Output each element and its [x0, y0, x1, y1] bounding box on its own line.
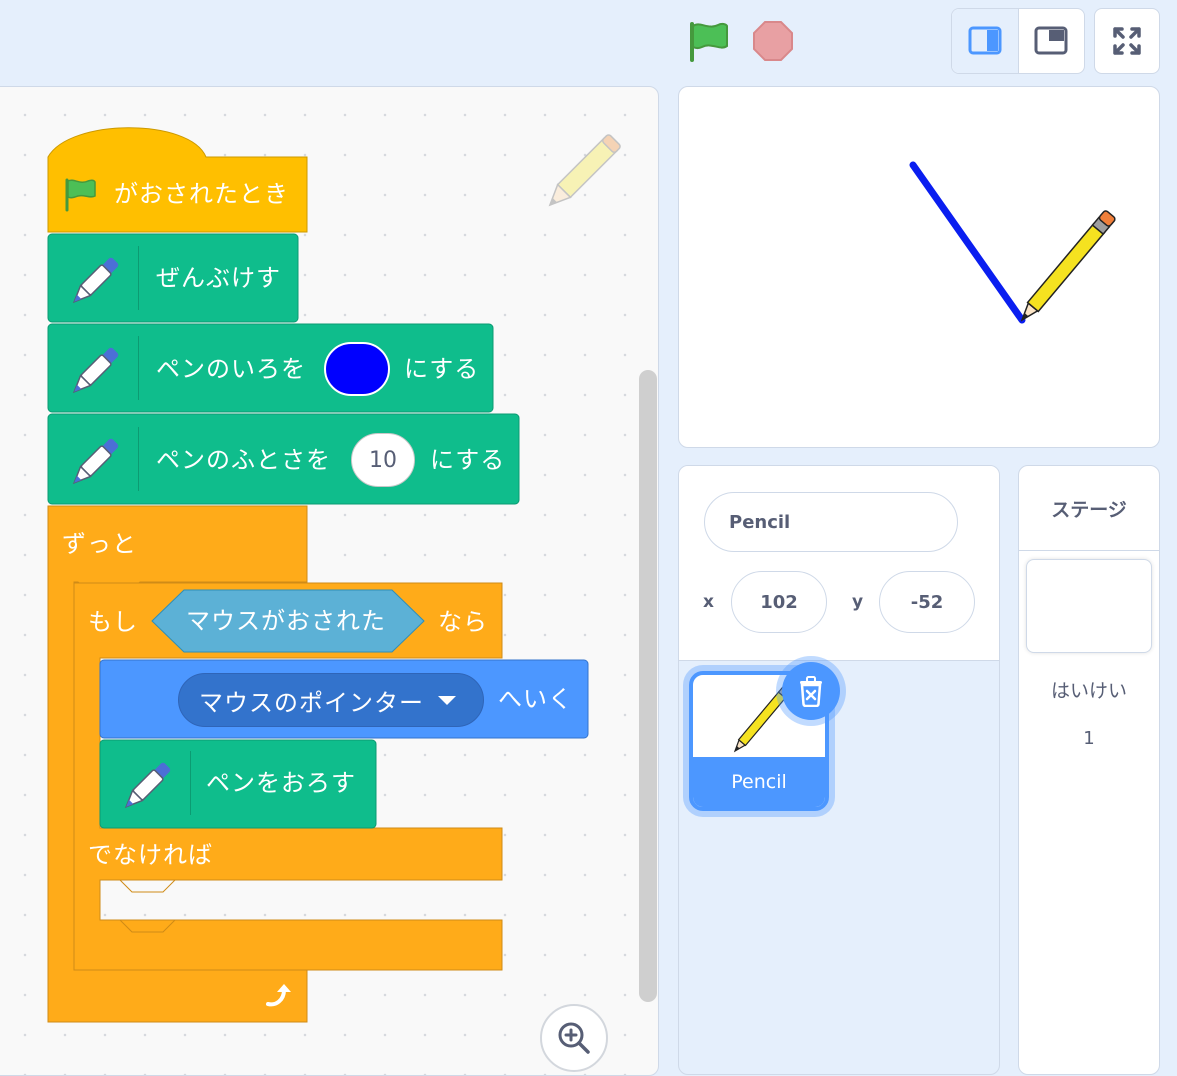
condition-label: マウスがおされた — [186, 607, 386, 635]
pen-extension-icon — [62, 340, 126, 404]
pen-extension-icon — [114, 755, 178, 819]
pen-color-swatch[interactable] — [324, 342, 390, 396]
go-to-suffix: へいく — [498, 685, 573, 713]
set-size-label: ペンのふとさを — [156, 446, 331, 474]
forever-label: ずっと — [62, 530, 137, 558]
block-separator — [138, 246, 139, 310]
x-label: x — [703, 592, 714, 612]
backdrops-label: はいけい — [1050, 680, 1127, 702]
trash-icon — [800, 676, 822, 707]
script-area-scrollbar[interactable] — [639, 370, 657, 1002]
hat-block-label: がおされたとき — [114, 180, 289, 208]
erase-all-label: ぜんぶけす — [156, 264, 281, 292]
block-separator — [138, 427, 139, 491]
then-label: なら — [438, 608, 488, 636]
else-label: でなければ — [88, 841, 213, 869]
if-label: もし — [88, 608, 138, 636]
fullscreen-button[interactable] — [1094, 8, 1160, 74]
zoom-in-icon — [558, 1022, 590, 1054]
pen-extension-icon — [62, 431, 126, 495]
large-stage-button[interactable] — [1017, 9, 1085, 73]
block-separator — [138, 336, 139, 400]
go-to-target-dropdown[interactable]: マウスのポインター — [178, 673, 484, 727]
stage-size-toggle — [951, 8, 1085, 74]
sprite-pane: Pencil x 102 y -52 Pencil — [678, 465, 1000, 1075]
sprite-name-field[interactable]: Pencil — [704, 492, 958, 552]
set-color-label: ペンのいろを — [156, 355, 306, 383]
stage-selector[interactable]: ステージ はいけい 1 — [1018, 465, 1160, 1075]
set-size-suffix: にする — [430, 446, 506, 474]
backdrops-count: 1 — [1083, 728, 1095, 749]
pen-trail — [909, 161, 1026, 324]
green-flag-button[interactable] — [684, 18, 732, 64]
chevron-down-icon — [438, 695, 456, 705]
x-position-field[interactable]: 102 — [731, 571, 827, 633]
stop-button[interactable] — [750, 18, 796, 64]
pencil-sprite-icon — [1020, 210, 1116, 322]
stage-selector-title: ステージ — [1019, 466, 1159, 551]
fullscreen-icon — [1113, 27, 1141, 55]
block-separator — [190, 751, 191, 815]
small-stage-layout-icon — [968, 26, 1002, 55]
stop-sign-icon — [753, 21, 793, 61]
go-to-target-value: マウスのポインター — [199, 688, 424, 717]
set-color-suffix: にする — [404, 355, 480, 383]
pen-down-label: ペンをおろす — [206, 769, 356, 797]
green-flag-icon — [690, 22, 728, 62]
sprite-tile-name: Pencil — [693, 757, 825, 807]
y-label: y — [852, 592, 864, 612]
delete-sprite-button[interactable] — [782, 662, 840, 720]
stage-thumbnail[interactable] — [1026, 559, 1152, 653]
pen-size-input[interactable]: 10 — [351, 433, 415, 487]
y-position-field[interactable]: -52 — [879, 571, 975, 633]
stage-canvas[interactable] — [678, 86, 1160, 448]
pen-extension-icon — [62, 250, 126, 314]
stage-drawing — [909, 161, 1116, 324]
zoom-in-button[interactable] — [540, 1004, 608, 1072]
sprite-info-panel: Pencil x 102 y -52 — [679, 466, 999, 661]
large-stage-layout-icon — [1034, 26, 1068, 55]
small-stage-button[interactable] — [952, 9, 1018, 73]
